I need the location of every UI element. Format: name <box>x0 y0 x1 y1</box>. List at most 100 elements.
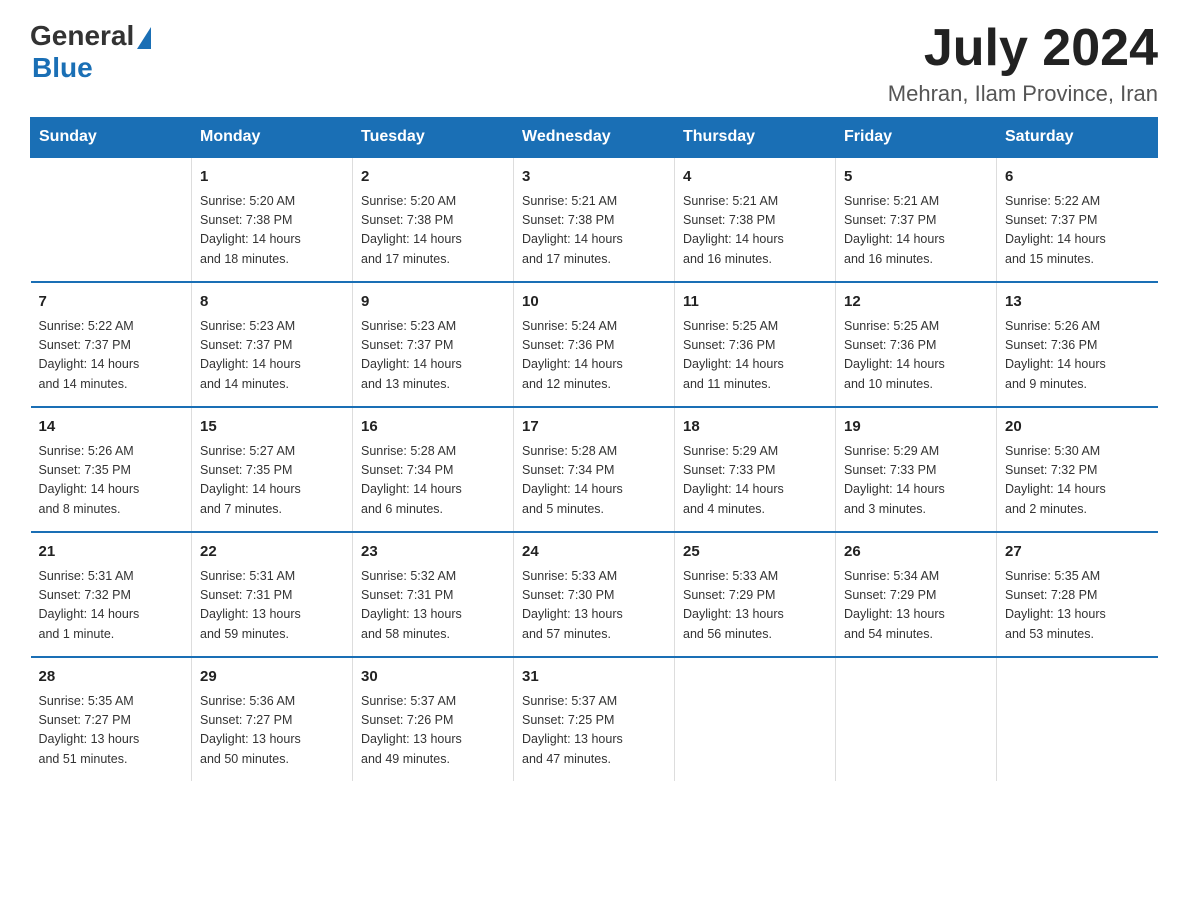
header-cell-thursday: Thursday <box>675 118 836 158</box>
day-info: Sunrise: 5:31 AMSunset: 7:31 PMDaylight:… <box>200 567 344 645</box>
day-cell: 14 Sunrise: 5:26 AMSunset: 7:35 PMDayligh… <box>31 407 192 532</box>
day-cell: 27Sunrise: 5:35 AMSunset: 7:28 PMDayligh… <box>997 532 1158 657</box>
day-number: 5 <box>844 166 988 189</box>
day-info: Sunrise: 5:35 AMSunset: 7:28 PMDaylight:… <box>1005 567 1150 645</box>
week-row-5: 28Sunrise: 5:35 AMSunset: 7:27 PMDayligh… <box>31 657 1158 781</box>
header-cell-saturday: Saturday <box>997 118 1158 158</box>
day-info: Sunrise: 5:21 AMSunset: 7:38 PMDaylight:… <box>683 192 827 270</box>
day-cell: 21Sunrise: 5:31 AMSunset: 7:32 PMDayligh… <box>31 532 192 657</box>
day-number: 10 <box>522 291 666 314</box>
logo: General Blue <box>30 20 151 84</box>
day-info: Sunrise: 5:33 AMSunset: 7:30 PMDaylight:… <box>522 567 666 645</box>
day-number: 29 <box>200 666 344 689</box>
day-number: 30 <box>361 666 505 689</box>
calendar-location: Mehran, Ilam Province, Iran <box>888 81 1158 107</box>
week-row-3: 14 Sunrise: 5:26 AMSunset: 7:35 PMDayligh… <box>31 407 1158 532</box>
day-number: 20 <box>1005 416 1150 439</box>
day-info: Sunrise: 5:32 AMSunset: 7:31 PMDaylight:… <box>361 567 505 645</box>
day-cell: 28Sunrise: 5:35 AMSunset: 7:27 PMDayligh… <box>31 657 192 781</box>
day-info: Sunrise: 5:34 AMSunset: 7:29 PMDaylight:… <box>844 567 988 645</box>
day-number: 14 <box>39 416 184 439</box>
page-header: General Blue July 2024 Mehran, Ilam Prov… <box>30 20 1158 107</box>
day-cell: 16 Sunrise: 5:28 AMSunset: 7:34 PMDayligh… <box>353 407 514 532</box>
calendar-body: 1 Sunrise: 5:20 AMSunset: 7:38 PMDaylight… <box>31 157 1158 781</box>
day-number: 21 <box>39 541 184 564</box>
week-row-2: 7 Sunrise: 5:22 AMSunset: 7:37 PMDaylight… <box>31 282 1158 407</box>
week-row-4: 21Sunrise: 5:31 AMSunset: 7:32 PMDayligh… <box>31 532 1158 657</box>
day-cell: 8 Sunrise: 5:23 AMSunset: 7:37 PMDaylight… <box>192 282 353 407</box>
day-number: 26 <box>844 541 988 564</box>
day-number: 7 <box>39 291 184 314</box>
day-info: Sunrise: 5:21 AMSunset: 7:38 PMDaylight:… <box>522 192 666 270</box>
day-cell: 30 Sunrise: 5:37 AMSunset: 7:26 PMDayligh… <box>353 657 514 781</box>
header-cell-monday: Monday <box>192 118 353 158</box>
day-cell <box>31 157 192 282</box>
day-info: Sunrise: 5:20 AMSunset: 7:38 PMDaylight:… <box>361 192 505 270</box>
day-cell: 6 Sunrise: 5:22 AMSunset: 7:37 PMDaylight… <box>997 157 1158 282</box>
day-cell: 1 Sunrise: 5:20 AMSunset: 7:38 PMDaylight… <box>192 157 353 282</box>
day-info: Sunrise: 5:28 AMSunset: 7:34 PMDaylight:… <box>361 442 505 520</box>
day-cell: 20 Sunrise: 5:30 AMSunset: 7:32 PMDayligh… <box>997 407 1158 532</box>
day-cell: 29 Sunrise: 5:36 AMSunset: 7:27 PMDayligh… <box>192 657 353 781</box>
day-number: 23 <box>361 541 505 564</box>
day-number: 17 <box>522 416 666 439</box>
day-number: 4 <box>683 166 827 189</box>
day-cell: 2Sunrise: 5:20 AMSunset: 7:38 PMDaylight… <box>353 157 514 282</box>
day-cell: 3 Sunrise: 5:21 AMSunset: 7:38 PMDaylight… <box>514 157 675 282</box>
day-info: Sunrise: 5:29 AMSunset: 7:33 PMDaylight:… <box>844 442 988 520</box>
calendar-title: July 2024 <box>888 20 1158 77</box>
day-number: 16 <box>361 416 505 439</box>
header-cell-wednesday: Wednesday <box>514 118 675 158</box>
day-cell: 18Sunrise: 5:29 AMSunset: 7:33 PMDayligh… <box>675 407 836 532</box>
day-cell: 19 Sunrise: 5:29 AMSunset: 7:33 PMDayligh… <box>836 407 997 532</box>
day-cell: 10 Sunrise: 5:24 AMSunset: 7:36 PMDayligh… <box>514 282 675 407</box>
day-info: Sunrise: 5:22 AMSunset: 7:37 PMDaylight:… <box>1005 192 1150 270</box>
header-cell-friday: Friday <box>836 118 997 158</box>
week-row-1: 1 Sunrise: 5:20 AMSunset: 7:38 PMDaylight… <box>31 157 1158 282</box>
day-info: Sunrise: 5:30 AMSunset: 7:32 PMDaylight:… <box>1005 442 1150 520</box>
day-info: Sunrise: 5:26 AMSunset: 7:35 PMDaylight:… <box>39 442 184 520</box>
day-cell: 12Sunrise: 5:25 AMSunset: 7:36 PMDayligh… <box>836 282 997 407</box>
day-info: Sunrise: 5:35 AMSunset: 7:27 PMDaylight:… <box>39 692 184 770</box>
logo-blue-text: Blue <box>32 52 93 84</box>
calendar-header: SundayMondayTuesdayWednesdayThursdayFrid… <box>31 118 1158 158</box>
day-info: Sunrise: 5:20 AMSunset: 7:38 PMDaylight:… <box>200 192 344 270</box>
day-number: 25 <box>683 541 827 564</box>
day-cell: 15 Sunrise: 5:27 AMSunset: 7:35 PMDayligh… <box>192 407 353 532</box>
day-number: 8 <box>200 291 344 314</box>
day-info: Sunrise: 5:23 AMSunset: 7:37 PMDaylight:… <box>361 317 505 395</box>
header-row: SundayMondayTuesdayWednesdayThursdayFrid… <box>31 118 1158 158</box>
day-info: Sunrise: 5:28 AMSunset: 7:34 PMDaylight:… <box>522 442 666 520</box>
day-cell <box>675 657 836 781</box>
day-info: Sunrise: 5:33 AMSunset: 7:29 PMDaylight:… <box>683 567 827 645</box>
day-info: Sunrise: 5:27 AMSunset: 7:35 PMDaylight:… <box>200 442 344 520</box>
day-info: Sunrise: 5:22 AMSunset: 7:37 PMDaylight:… <box>39 317 184 395</box>
day-cell: 23 Sunrise: 5:32 AMSunset: 7:31 PMDayligh… <box>353 532 514 657</box>
day-info: Sunrise: 5:36 AMSunset: 7:27 PMDaylight:… <box>200 692 344 770</box>
day-cell: 11Sunrise: 5:25 AMSunset: 7:36 PMDayligh… <box>675 282 836 407</box>
logo-top: General <box>30 20 151 52</box>
day-cell <box>997 657 1158 781</box>
day-number: 24 <box>522 541 666 564</box>
day-number: 3 <box>522 166 666 189</box>
day-number: 18 <box>683 416 827 439</box>
day-info: Sunrise: 5:24 AMSunset: 7:36 PMDaylight:… <box>522 317 666 395</box>
day-number: 6 <box>1005 166 1150 189</box>
day-info: Sunrise: 5:23 AMSunset: 7:37 PMDaylight:… <box>200 317 344 395</box>
day-cell: 24 Sunrise: 5:33 AMSunset: 7:30 PMDayligh… <box>514 532 675 657</box>
day-cell: 7 Sunrise: 5:22 AMSunset: 7:37 PMDaylight… <box>31 282 192 407</box>
day-number: 13 <box>1005 291 1150 314</box>
day-cell: 13Sunrise: 5:26 AMSunset: 7:36 PMDayligh… <box>997 282 1158 407</box>
day-number: 22 <box>200 541 344 564</box>
day-number: 9 <box>361 291 505 314</box>
day-info: Sunrise: 5:21 AMSunset: 7:37 PMDaylight:… <box>844 192 988 270</box>
title-area: July 2024 Mehran, Ilam Province, Iran <box>888 20 1158 107</box>
day-number: 12 <box>844 291 988 314</box>
day-number: 19 <box>844 416 988 439</box>
day-info: Sunrise: 5:37 AMSunset: 7:26 PMDaylight:… <box>361 692 505 770</box>
calendar-table: SundayMondayTuesdayWednesdayThursdayFrid… <box>30 117 1158 781</box>
day-number: 15 <box>200 416 344 439</box>
day-number: 1 <box>200 166 344 189</box>
day-cell: 5 Sunrise: 5:21 AMSunset: 7:37 PMDaylight… <box>836 157 997 282</box>
logo-triangle-icon <box>137 27 151 49</box>
